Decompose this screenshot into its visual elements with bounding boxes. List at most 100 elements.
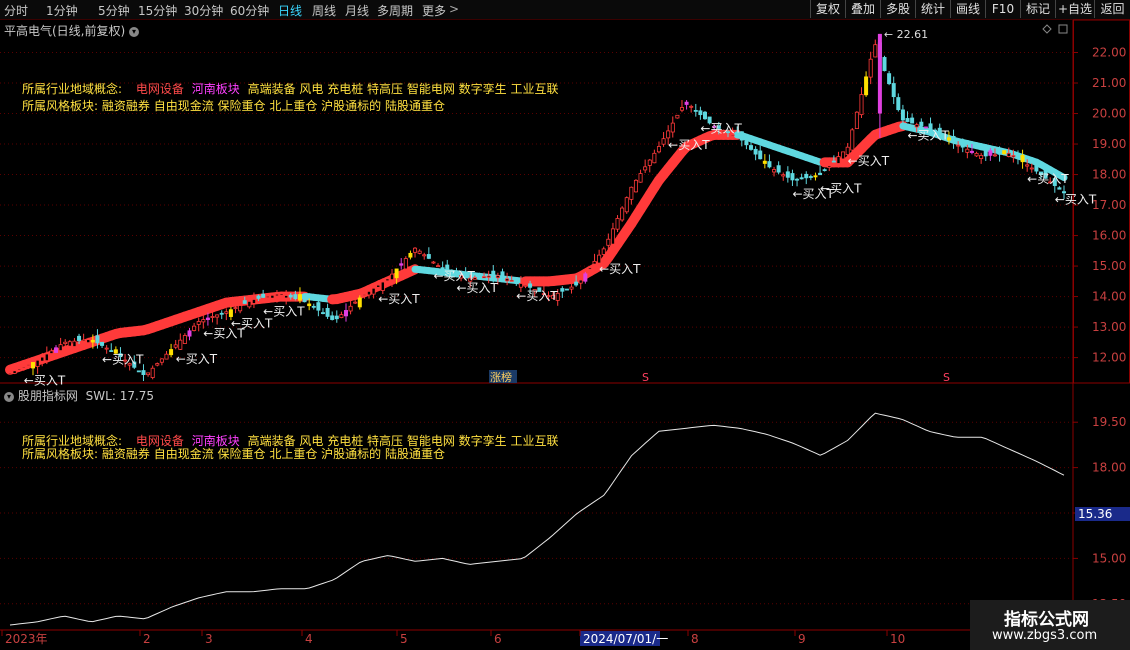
candle-body <box>325 307 330 317</box>
candle-body <box>58 344 63 351</box>
current-value-text: 15.36 <box>1078 507 1112 521</box>
candle-body <box>997 149 1002 155</box>
candle-body <box>31 362 36 369</box>
candle-body <box>159 358 164 363</box>
candle-body <box>380 281 385 291</box>
candle-body <box>887 73 892 85</box>
candle-body <box>523 284 528 287</box>
candle-body <box>509 279 514 282</box>
candle-body <box>956 144 961 147</box>
candle-body <box>302 296 307 303</box>
candle-body <box>679 107 684 111</box>
candle-body <box>564 288 569 291</box>
candle-body <box>215 314 220 318</box>
candle-body <box>399 263 404 266</box>
candle-body <box>77 335 82 342</box>
y-tick-label: 15.00 <box>1092 259 1126 273</box>
candle-body <box>785 171 790 178</box>
candle-body <box>17 368 22 371</box>
watermark-title: 指标公式网 <box>1004 610 1089 630</box>
candle-body <box>477 274 482 278</box>
candle-body <box>169 349 174 356</box>
candle-body <box>799 177 804 180</box>
candle-body <box>574 281 579 286</box>
watermark-url: www.zbgs3.com <box>992 628 1098 643</box>
candle-body <box>1002 150 1007 155</box>
candle-body <box>500 271 505 278</box>
candle-body <box>1025 164 1030 167</box>
candle-body <box>629 186 634 200</box>
candle-body <box>390 273 395 281</box>
candle-body <box>353 301 358 304</box>
buy-signal-label: ←买入T <box>378 292 420 306</box>
candle-body <box>592 260 597 265</box>
candle-body <box>652 152 657 164</box>
candle-body <box>293 294 298 300</box>
candle-body <box>233 307 238 310</box>
candle-body <box>54 347 59 353</box>
candle-body <box>910 117 915 124</box>
candle-body <box>873 44 878 58</box>
x-tick-label: 6 <box>494 632 502 646</box>
y-tick-label: 20.00 <box>1092 107 1126 121</box>
candle-body <box>919 121 924 127</box>
y-tick-label: 18.00 <box>1092 168 1126 182</box>
candle-body <box>164 353 169 360</box>
candle-body <box>90 339 95 343</box>
event-badge-label: S <box>642 371 649 384</box>
y-tick-label: 22.00 <box>1092 46 1126 60</box>
candle-body <box>753 148 758 155</box>
candle-body <box>367 290 372 296</box>
candle-body <box>656 146 661 153</box>
candle-body <box>95 335 100 344</box>
candle-body <box>408 252 413 258</box>
candle-body <box>744 140 749 146</box>
event-badge-label: S <box>943 371 950 384</box>
candle-body <box>417 250 422 254</box>
buy-signal-label: ←买入T <box>599 262 641 276</box>
peak-label: ← 22.61 <box>884 28 928 41</box>
candle-body <box>992 154 997 157</box>
candle-body <box>426 254 431 259</box>
candle-body <box>21 366 26 369</box>
candle-body <box>205 317 210 321</box>
candle-body <box>1057 187 1062 190</box>
peak-candle <box>877 33 882 114</box>
candle-body <box>983 150 988 157</box>
x-tick-label: 10 <box>890 632 905 646</box>
candle-body <box>385 278 390 282</box>
candle-body <box>311 305 316 308</box>
candle-body <box>279 293 284 296</box>
candle-body <box>1034 163 1039 172</box>
candle-body <box>357 297 362 308</box>
candle-body <box>150 367 155 378</box>
candle-body <box>841 151 846 160</box>
candle-body <box>633 179 638 193</box>
y-tick-label: 19.00 <box>1092 137 1126 151</box>
x-tick-label: 2 <box>143 632 151 646</box>
x-tick-label: 2024/07/01/一 <box>583 632 668 646</box>
candle-body <box>495 275 500 279</box>
candle-body <box>219 312 224 315</box>
candle-body <box>228 309 233 317</box>
candle-body <box>822 169 827 172</box>
candle-body <box>274 293 279 297</box>
candle-body <box>288 294 293 298</box>
x-tick-label: 2023年 <box>5 632 48 646</box>
candle-body <box>836 156 841 164</box>
candle-body <box>86 339 91 344</box>
candle-body <box>265 295 270 298</box>
candle-body <box>63 341 68 344</box>
buy-signal-label: ←买入T <box>700 122 742 136</box>
candle-body <box>951 135 956 144</box>
x-tick-label: 8 <box>691 632 699 646</box>
y-tick-label: 13.00 <box>1092 320 1126 334</box>
candle-body <box>606 238 611 246</box>
candle-body <box>40 356 45 362</box>
candle-body <box>772 169 777 173</box>
candle-body <box>776 165 781 173</box>
candle-body <box>693 109 698 112</box>
buy-signal-label: ←买入T <box>516 289 558 303</box>
candle-body <box>251 299 256 304</box>
candle-body <box>905 118 910 122</box>
